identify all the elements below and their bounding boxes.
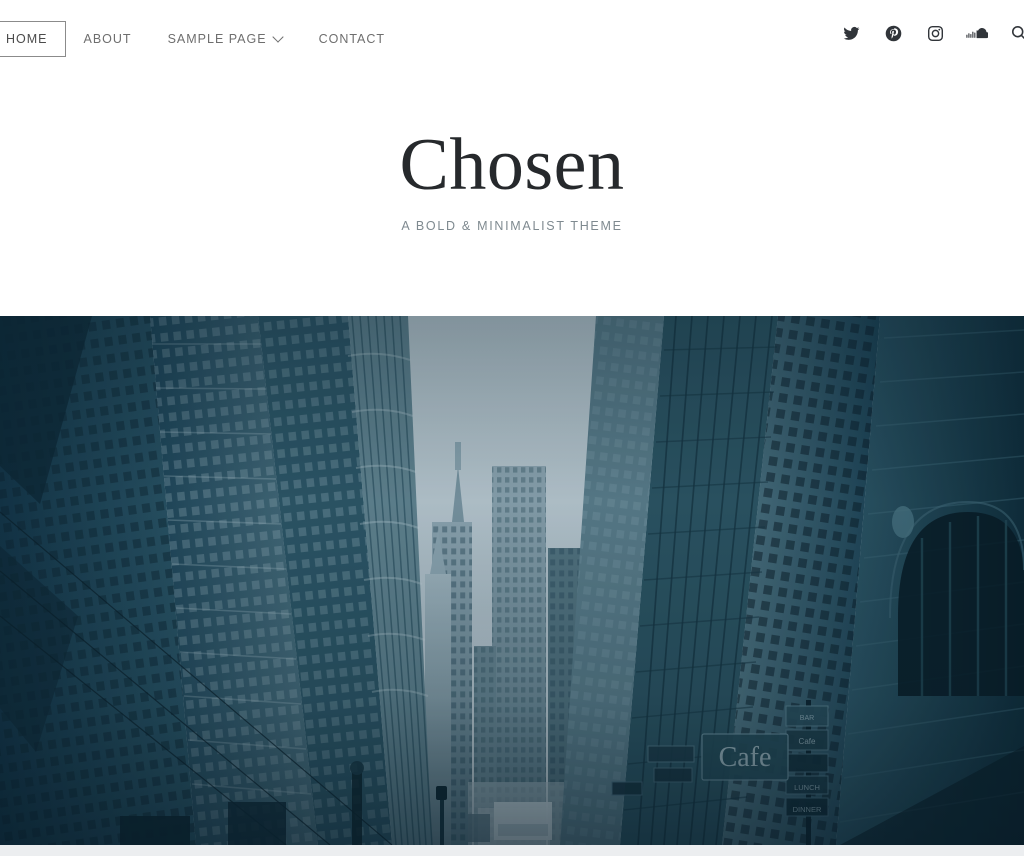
hero-illustration: Cafe BAR Cafe LUNCH DINNER xyxy=(0,316,1024,845)
nav-item-label: SAMPLE PAGE xyxy=(167,32,267,46)
nav-item-contact[interactable]: CONTACT xyxy=(301,21,404,57)
search-icon[interactable] xyxy=(1008,22,1024,44)
primary-navigation: HOME ABOUT SAMPLE PAGE CONTACT xyxy=(0,21,403,57)
site-title[interactable]: Chosen xyxy=(0,100,1024,202)
nav-item-home[interactable]: HOME xyxy=(0,21,66,57)
chevron-down-icon xyxy=(274,33,283,42)
soundcloud-icon[interactable] xyxy=(966,22,988,44)
nav-item-sample-page[interactable]: SAMPLE PAGE xyxy=(150,21,301,57)
nav-item-label: CONTACT xyxy=(318,32,386,46)
pinterest-icon[interactable] xyxy=(882,22,904,44)
page-root: HOME ABOUT SAMPLE PAGE CONTACT Chosen A … xyxy=(0,0,1024,856)
page-bottom-strip xyxy=(0,845,1024,856)
nav-item-about[interactable]: ABOUT xyxy=(66,21,150,57)
nav-item-label: HOME xyxy=(6,32,48,46)
instagram-icon[interactable] xyxy=(924,22,946,44)
site-navbar: HOME ABOUT SAMPLE PAGE CONTACT xyxy=(0,0,1024,78)
twitter-icon[interactable] xyxy=(840,22,862,44)
social-and-search xyxy=(840,22,1024,44)
site-branding: Chosen A BOLD & MINIMALIST THEME xyxy=(0,100,1024,233)
hero-image: Cafe BAR Cafe LUNCH DINNER xyxy=(0,316,1024,845)
nav-item-label: ABOUT xyxy=(83,32,132,46)
site-tagline: A BOLD & MINIMALIST THEME xyxy=(401,219,623,233)
